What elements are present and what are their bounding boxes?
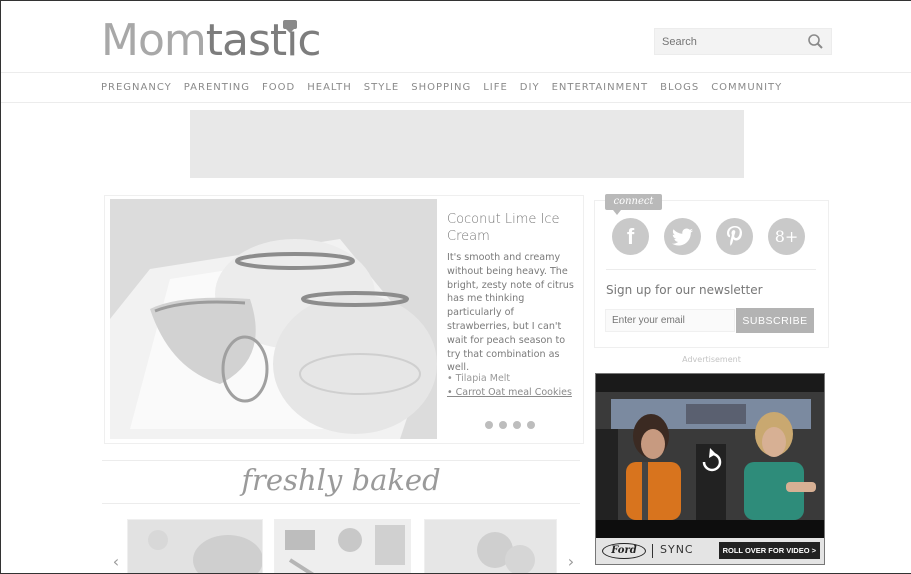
- related-link[interactable]: • Carrot Oat meal Cookies: [447, 386, 577, 400]
- slider-dot[interactable]: [527, 421, 535, 429]
- slider-dots: [485, 421, 535, 429]
- nav-top-divider: [1, 72, 911, 73]
- nav-item-pregnancy[interactable]: PREGNANCY: [101, 80, 172, 96]
- logo-text-tastic: tastic: [205, 15, 322, 66]
- nav-item-shopping[interactable]: SHOPPING: [411, 80, 471, 96]
- related-links: • Tilapia Melt • Carrot Oat meal Cookies: [447, 372, 577, 400]
- connect-divider: [606, 269, 816, 270]
- section-divider-top: [102, 460, 580, 461]
- featured-title[interactable]: Coconut Lime Ice Cream: [447, 211, 577, 245]
- pinterest-icon[interactable]: [716, 218, 753, 255]
- slider-dot[interactable]: [513, 421, 521, 429]
- search-box: [654, 28, 832, 55]
- nav-item-health[interactable]: HEALTH: [307, 80, 352, 96]
- featured-article: Coconut Lime Ice Cream It's smooth and c…: [104, 195, 584, 444]
- nav-item-diy[interactable]: DIY: [520, 80, 540, 96]
- nav-item-life[interactable]: LIFE: [483, 80, 508, 96]
- newsletter-title: Sign up for our newsletter: [606, 283, 763, 297]
- nav-bottom-divider: [1, 102, 911, 103]
- slider-dot[interactable]: [499, 421, 507, 429]
- carousel-thumbnail[interactable]: [424, 519, 557, 573]
- roll-over-video-button[interactable]: ROLL OVER FOR VIDEO >: [718, 542, 820, 559]
- related-link[interactable]: • Tilapia Melt: [447, 372, 577, 386]
- banner-ad[interactable]: [190, 110, 744, 178]
- featured-description: It's smooth and creamy without being hea…: [447, 252, 574, 374]
- subscribe-button[interactable]: SUBSCRIBE: [736, 308, 814, 333]
- section-title: freshly baked: [241, 463, 441, 497]
- connect-label: connect: [605, 194, 662, 215]
- video-ad-bar: Ford SYNC ROLL OVER FOR VIDEO >: [596, 538, 824, 564]
- section-divider-bottom: [102, 503, 580, 504]
- nav-item-blogs[interactable]: BLOGS: [660, 80, 699, 96]
- advertisement-label: Advertisement: [682, 355, 741, 364]
- nav-item-entertainment[interactable]: ENTERTAINMENT: [552, 80, 649, 96]
- carousel-prev-arrow-icon[interactable]: ‹: [108, 552, 124, 572]
- carousel-thumbnail[interactable]: [274, 519, 411, 573]
- email-field[interactable]: [605, 309, 735, 332]
- main-nav: PREGNANCY PARENTING FOOD HEALTH STYLE SHOPPIN…: [101, 80, 794, 96]
- carousel-next-arrow-icon[interactable]: ›: [563, 552, 579, 572]
- facebook-icon[interactable]: f: [612, 218, 649, 255]
- nav-item-food[interactable]: FOOD: [262, 80, 295, 96]
- nav-item-style[interactable]: STYLE: [364, 80, 399, 96]
- sync-logo: SYNC: [660, 543, 694, 556]
- video-frame: [596, 374, 824, 540]
- search-icon[interactable]: [807, 33, 825, 51]
- logo-speech-bubble-icon: [283, 20, 297, 33]
- nav-item-community[interactable]: COMMUNITY: [711, 80, 782, 96]
- featured-image[interactable]: [110, 199, 437, 439]
- page: Momtastic PREGNANCY PARENTING FOOD HEALTH ST…: [0, 0, 911, 574]
- search-input[interactable]: [662, 34, 802, 50]
- nav-item-parenting[interactable]: PARENTING: [184, 80, 250, 96]
- brand-divider: [652, 544, 653, 558]
- slider-dot[interactable]: [485, 421, 493, 429]
- google-plus-icon[interactable]: 8+: [768, 218, 805, 255]
- carousel-thumbnail[interactable]: [127, 519, 263, 573]
- logo-text-mom: Mom: [101, 15, 207, 66]
- twitter-icon[interactable]: [664, 218, 701, 255]
- video-ad[interactable]: Ford SYNC ROLL OVER FOR VIDEO >: [595, 373, 825, 565]
- ford-logo: Ford: [602, 543, 646, 559]
